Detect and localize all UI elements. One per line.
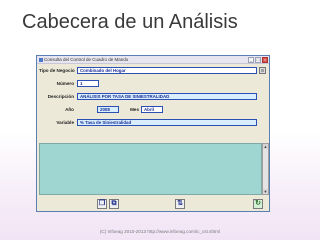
numero-label: Número — [56, 81, 74, 86]
scroll-down-icon[interactable]: ▼ — [263, 189, 268, 194]
mes-label: Mes — [130, 107, 139, 112]
sort-icon: ⇅ — [177, 200, 183, 207]
tipo-negocio-field[interactable]: Combinado del Hogar — [77, 67, 257, 74]
tipo-negocio-label: Tipo de Negocio — [39, 68, 75, 73]
paste-icon: ⧉ — [111, 200, 117, 207]
query-window: Consulta del Control de Cuadro de Mando … — [36, 55, 270, 212]
descripcion-field[interactable]: ANÁLISIS POR TASA DE SINIESTRALIDAD — [77, 93, 257, 100]
exit-button[interactable]: ↻ — [253, 199, 263, 209]
paste-button[interactable]: ⧉ — [109, 199, 119, 209]
variable-field[interactable]: % Tasa de Siniestralidad — [77, 119, 257, 126]
window-controls: _ □ × — [248, 57, 268, 63]
slide-footer: (C) Infoeag 2010-2013 http://www.infoeag… — [99, 229, 221, 234]
scroll-up-icon[interactable]: ▲ — [263, 144, 268, 149]
descripcion-label: Descripción — [47, 94, 74, 99]
exit-icon: ↻ — [255, 200, 261, 207]
bottom-toolbar: ❐ ⧉ ⇅ ↻ — [37, 198, 269, 212]
mes-field[interactable]: Abril — [141, 106, 163, 113]
app-icon — [39, 58, 43, 62]
results-scrollbar[interactable]: ▲ ▼ — [262, 143, 269, 195]
close-button[interactable]: × — [262, 57, 268, 63]
anio-label: Año — [65, 107, 74, 112]
tipo-negocio-lookup-button[interactable] — [259, 67, 266, 74]
window-titlebar[interactable]: Consulta del Control de Cuadro de Mando … — [37, 56, 269, 64]
window-title: Consulta del Control de Cuadro de Mando — [44, 57, 129, 62]
numero-field[interactable]: 1 — [77, 80, 99, 87]
copy-button[interactable]: ❐ — [97, 199, 107, 209]
maximize-button[interactable]: □ — [255, 57, 261, 63]
slide-title: Cabecera de un Análisis — [22, 11, 238, 33]
results-grid[interactable] — [39, 143, 262, 195]
header-form: Tipo de Negocio Combinado del Hogar Núme… — [37, 64, 269, 144]
variable-label: Variable — [56, 120, 74, 125]
sort-button[interactable]: ⇅ — [175, 199, 185, 209]
copy-icon: ❐ — [98, 200, 106, 207]
minimize-button[interactable]: _ — [248, 57, 254, 63]
anio-field[interactable]: 2008 — [97, 106, 119, 113]
